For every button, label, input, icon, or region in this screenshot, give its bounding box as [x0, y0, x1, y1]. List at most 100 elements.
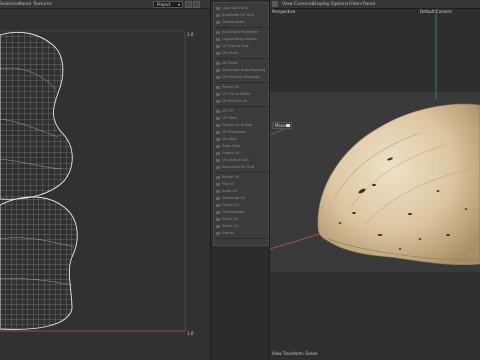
tool-item[interactable]: Subdivide UV Grid: [214, 12, 270, 19]
tool-icon: [216, 45, 220, 48]
tool-icon: [216, 197, 220, 200]
tool-item[interactable]: UV Relax: [214, 60, 270, 67]
menu-panel[interactable]: Panel: [19, 0, 31, 9]
tool-item-label: Distribute UV: [222, 196, 246, 200]
tool-item-label: Stack UV: [222, 217, 238, 221]
menu-filters[interactable]: Filters: [349, 0, 363, 9]
tool-item-label: Load Gold Grid: [222, 6, 249, 10]
tool-item-label: UV Straighten: [222, 130, 247, 134]
tool-item-label: UV Align: [222, 137, 237, 141]
tool-item[interactable]: Fit Rectangle: [214, 209, 270, 216]
menu-textures[interactable]: Textures: [33, 0, 52, 9]
view-transform-status: View Transform: Scene: [272, 351, 318, 356]
uv-shell-lower: [0, 196, 78, 330]
tool-separator: [215, 27, 269, 28]
tool-icon: [216, 159, 220, 162]
tool-item[interactable]: Flip UV: [214, 181, 270, 188]
menu-options[interactable]: Options: [331, 0, 348, 9]
tool-item[interactable]: Orient UV: [214, 202, 270, 209]
tool-item-label: Unfold UV: [222, 151, 240, 155]
tool-item-label: UV Shell to UV: [222, 99, 248, 103]
tool-item[interactable]: UV Straighten: [214, 129, 270, 136]
tool-item-label: Edge Flow: [222, 144, 240, 148]
tool-item-label: Subdivide UV Grid: [222, 13, 254, 17]
tool-icon: [216, 211, 220, 214]
tool-item[interactable]: Stack UV: [214, 216, 270, 223]
tool-icon: [216, 31, 220, 34]
move-tool-widget[interactable]: Move: [272, 122, 292, 129]
tool-item[interactable]: Automatic Projection: [214, 29, 270, 36]
project-dropdown-value: Project: [157, 2, 171, 7]
tool-item[interactable]: Gather: [214, 230, 270, 237]
tool-item[interactable]: Automatic Auto Mapping: [214, 67, 270, 74]
tool-item[interactable]: UV Weld: [214, 115, 270, 122]
tool-item-label: Rotate UV: [222, 175, 240, 179]
tool-icon: [216, 86, 220, 89]
tool-item[interactable]: Load Gold Grid: [214, 5, 270, 12]
menu-panel-vp[interactable]: Panel: [363, 0, 375, 9]
view-name-label: Perspective: [272, 9, 296, 14]
uv-viewport[interactable]: 1.0 1.0: [0, 9, 210, 360]
move-tool-icon: [286, 124, 290, 127]
tool-item-label: UV Cut to Shells: [222, 92, 251, 96]
tool-item[interactable]: Rotate UV: [214, 174, 270, 181]
tool-item-label: UV Weld: [222, 116, 237, 120]
chevron-down-icon: ▾: [177, 2, 180, 7]
tool-item[interactable]: UV Cut to Shells: [214, 91, 270, 98]
tool-item-label: Layout Keep Aspect: [222, 37, 257, 41]
menu-selection[interactable]: Selection: [0, 0, 21, 9]
tool-icon: [216, 176, 220, 179]
tool-icon: [216, 204, 220, 207]
tool-separator: [215, 58, 269, 59]
tool-item-label: UV Relax by Mapping: [222, 75, 260, 79]
tool-icon: [216, 145, 220, 148]
tool-item-label: UV Size to Grid: [222, 44, 249, 48]
tool-item[interactable]: Create Shells: [214, 19, 270, 26]
uv-menubar: Selection Panel Textures Project ▾: [0, 0, 210, 9]
tool-icon: [216, 21, 220, 24]
tool-item[interactable]: Select UV: [214, 223, 270, 230]
tool-item[interactable]: Create UV Unfold: [214, 122, 270, 129]
uv-option-button-b[interactable]: [193, 1, 200, 8]
tool-item-label: UV Mirror: [222, 51, 239, 55]
tool-item[interactable]: Distribute UV: [214, 195, 270, 202]
tool-item[interactable]: Scale UV: [214, 188, 270, 195]
uv-coord-top: 1.0: [187, 32, 194, 37]
tool-icon: [216, 218, 220, 221]
tool-item[interactable]: UV Relax by Mapping: [214, 74, 270, 81]
tool-item[interactable]: Unfold UV: [214, 150, 270, 157]
tool-item[interactable]: UV Mirror: [214, 50, 270, 57]
tool-item[interactable]: UV Shell to UV: [214, 98, 270, 105]
tool-item[interactable]: Normalize UV Grid: [214, 164, 270, 171]
tool-item[interactable]: UV Align: [214, 136, 270, 143]
project-dropdown[interactable]: Project ▾: [153, 1, 183, 8]
uv-editor-panel: Selection Panel Textures Project ▾ 1.0 1…: [0, 0, 210, 360]
tool-icon: [216, 232, 220, 235]
camera-name-label: Default Camera: [420, 9, 452, 14]
uv-option-button-a[interactable]: [185, 1, 192, 8]
tool-icon: [216, 7, 220, 10]
viewport-menubar: View Cameras Display Options Filters Pan…: [270, 0, 480, 9]
viewport-pin-icon[interactable]: [272, 1, 278, 7]
tool-item[interactable]: UV Fill: [214, 108, 270, 115]
menu-view[interactable]: View: [282, 0, 293, 9]
menu-cameras[interactable]: Cameras: [294, 0, 314, 9]
viewport-canvas: [270, 9, 480, 360]
tool-item-label: Orient UV: [222, 203, 239, 207]
tool-item[interactable]: Edge Flow: [214, 143, 270, 150]
tool-item[interactable]: Planar UV: [214, 84, 270, 91]
tool-separator: [215, 172, 269, 173]
tool-icon: [216, 166, 220, 169]
tool-icon: [216, 183, 220, 186]
tool-icon: [216, 62, 220, 65]
menu-display[interactable]: Display: [313, 0, 330, 9]
move-tool-label: Move: [275, 123, 286, 128]
tool-item[interactable]: UV Layout Grid: [214, 157, 270, 164]
tool-item[interactable]: UV Size to Grid: [214, 43, 270, 50]
tool-icon: [216, 225, 220, 228]
tool-item[interactable]: Layout Keep Aspect: [214, 36, 270, 43]
tool-icon: [216, 124, 220, 127]
uv-grid: [0, 30, 186, 332]
viewport-3d[interactable]: Perspective Default Camera Move View Tra…: [270, 9, 480, 360]
tool-item-label: Flip UV: [222, 182, 235, 186]
